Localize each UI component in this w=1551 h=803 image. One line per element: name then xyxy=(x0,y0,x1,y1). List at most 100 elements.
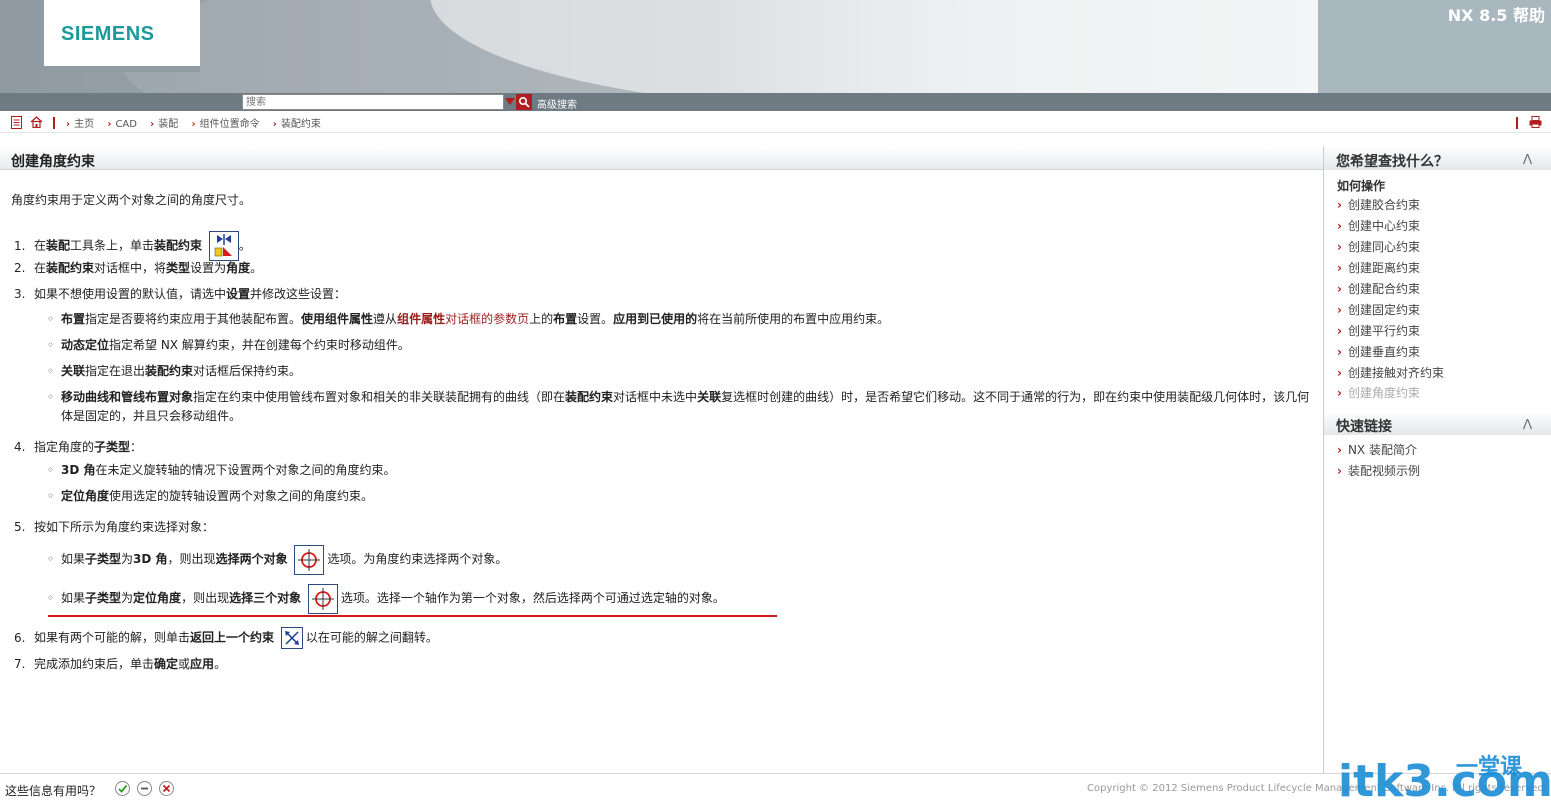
chevron-right-icon: › xyxy=(272,119,277,130)
step-text: 以在可能的解之间翻转。 xyxy=(305,630,438,645)
search-icon xyxy=(518,96,530,108)
step-text: 对话框中，将 xyxy=(94,261,167,275)
chevron-right-icon: › xyxy=(1337,303,1342,317)
bullet-icon: ◦ xyxy=(47,312,55,326)
step-text: 指定角度的 xyxy=(34,440,95,454)
subtype-orient-angle: ◦ 定位角度使用选定的旋转轴设置两个对象之间的角度约束。 xyxy=(47,487,1321,506)
quick-link[interactable]: › 装配视频示例 xyxy=(1337,462,1420,479)
howto-link[interactable]: › 创建配合约束 xyxy=(1337,280,1420,297)
howto-link[interactable]: › 创建同心约束 xyxy=(1337,238,1420,255)
selection-bold: 选择三个对象 xyxy=(229,591,302,605)
header-fade xyxy=(700,0,1318,93)
step-text: 并修改这些设置： xyxy=(250,287,347,301)
quick-links-header[interactable]: 快速链接 ⋀ xyxy=(1324,411,1551,435)
chevron-right-icon: › xyxy=(1337,386,1342,400)
header-banner: SIEMENS NX 8.5 帮助 xyxy=(0,0,1551,93)
step-number: 4. xyxy=(14,440,26,454)
feedback-no-button[interactable] xyxy=(159,781,174,796)
page-icon[interactable] xyxy=(11,116,22,129)
howto-link-label: 创建固定约束 xyxy=(1347,303,1420,317)
selection-text: 选项。为角度约束选择两个对象。 xyxy=(327,552,508,566)
setting-dynamic-positioning: ◦ 动态定位指定希望 NX 解算约束，并在创建每个约束时移动组件。 xyxy=(47,336,1321,355)
highlight-underline xyxy=(48,615,777,617)
step-4: 4. 指定角度的子类型： xyxy=(14,438,142,455)
subtype-text: 使用选定的旋转轴设置两个对象之间的角度约束。 xyxy=(109,489,374,503)
quick-link-label: NX 装配简介 xyxy=(1347,443,1417,457)
howto-link[interactable]: › 创建距离约束 xyxy=(1337,259,1420,276)
bullet-icon: ◦ xyxy=(47,552,55,566)
collapse-icon[interactable]: ⋀ xyxy=(1523,417,1532,430)
setting-bold: 应用到已使用的 xyxy=(613,312,698,326)
feedback-yes-button[interactable] xyxy=(115,781,130,796)
step-text: 。 xyxy=(250,261,263,275)
watermark-cn-text: 一堂课 xyxy=(1456,755,1523,780)
collapse-icon[interactable]: ⋀ xyxy=(1523,152,1532,165)
step-bold: 应用 xyxy=(190,657,215,671)
bullet-icon: ◦ xyxy=(47,489,55,503)
chevron-right-icon: › xyxy=(150,119,155,130)
feedback-neutral-button[interactable] xyxy=(137,781,152,796)
search-scope-dropdown-icon[interactable] xyxy=(505,98,515,105)
howto-link[interactable]: › 创建接触对齐约束 xyxy=(1337,364,1444,381)
step-1: 1. 在装配工具条上，单击装配约束 。 xyxy=(14,231,251,261)
setting-bold: 动态定位 xyxy=(61,338,110,352)
find-panel-header[interactable]: 您希望查找什么？ ⋀ xyxy=(1324,146,1551,170)
home-icon[interactable] xyxy=(30,116,43,128)
breadcrumb-divider xyxy=(1516,117,1518,129)
parameters-page-link[interactable]: 对话框的参数页 xyxy=(445,312,529,326)
selection-bold: 选择两个对象 xyxy=(215,552,288,566)
select-objects-icon xyxy=(307,583,338,614)
title-panel: NX 8.5 帮助 xyxy=(1318,0,1551,93)
quick-link[interactable]: › NX 装配简介 xyxy=(1337,441,1417,458)
setting-text: 对话框后保持约束。 xyxy=(193,364,302,378)
bullet-icon: ◦ xyxy=(47,390,55,404)
setting-text: 对话框中未选中 xyxy=(613,390,698,404)
step-text: 如果不想使用设置的默认值，请选中 xyxy=(34,287,227,301)
breadcrumb-item-positioning[interactable]: 组件位置命令 xyxy=(200,119,260,130)
selection-text: 如果 xyxy=(61,591,86,605)
chevron-right-icon: › xyxy=(1337,324,1342,338)
related-panel: 您希望查找什么？ ⋀ 如何操作 › 创建胶合约束 › 创建中心约束 › 创建同心约束 … xyxy=(1323,146,1551,773)
search-button[interactable] xyxy=(516,94,532,110)
search-input[interactable] xyxy=(242,94,504,110)
step-text: 。 xyxy=(238,238,251,253)
breadcrumb-item-cad[interactable]: CAD xyxy=(115,119,137,130)
itk3-watermark-logo: itk3.com 一堂课 xyxy=(1338,755,1551,803)
howto-link[interactable]: › 创建固定约束 xyxy=(1337,301,1420,318)
bullet-icon: ◦ xyxy=(47,591,55,605)
breadcrumb-item-assembly[interactable]: 装配 xyxy=(158,119,178,130)
siemens-logo[interactable]: SIEMENS xyxy=(44,0,200,72)
step-bold: 子类型 xyxy=(94,440,131,454)
breadcrumb-item-constraints[interactable]: 装配约束 xyxy=(281,119,321,130)
chevron-right-icon: › xyxy=(1337,345,1342,359)
close-icon xyxy=(162,784,171,793)
chevron-right-icon: › xyxy=(1337,366,1342,380)
step-text: 设置为 xyxy=(190,261,227,275)
step-bold: 角度 xyxy=(226,261,251,275)
advanced-search-link[interactable]: 高级搜索 xyxy=(537,96,577,111)
howto-link[interactable]: › 创建平行约束 xyxy=(1337,322,1420,339)
howto-link[interactable]: › 创建中心约束 xyxy=(1337,217,1420,234)
setting-bold: 装配约束 xyxy=(145,364,194,378)
print-icon[interactable] xyxy=(1529,116,1542,128)
chevron-right-icon: › xyxy=(107,119,112,130)
breadcrumb-bar: › 主页 › CAD › 装配 › 组件位置命令 › 装配约束 xyxy=(0,111,1551,133)
howto-link[interactable]: › 创建胶合约束 xyxy=(1337,196,1420,213)
step-bold: 装配约束 xyxy=(154,238,203,253)
chevron-right-icon: › xyxy=(1337,261,1342,275)
setting-bold: 移动曲线和管线布置对象 xyxy=(61,390,194,404)
component-properties-link[interactable]: 组件属性 xyxy=(397,312,445,326)
step-text: 完成添加约束后，单击 xyxy=(34,657,155,671)
selection-two-objects: ◦ 如果子类型为3D 角，则出现选择两个对象 选项。为角度约束选择两个对象。 xyxy=(47,544,1321,575)
breadcrumb-item-home[interactable]: 主页 xyxy=(74,119,94,130)
minus-icon xyxy=(141,787,148,790)
howto-link[interactable]: › 创建垂直约束 xyxy=(1337,343,1420,360)
main-content: 角度约束用于定义两个对象之间的角度尺寸。 1. 在装配工具条上，单击装配约束 。 … xyxy=(0,170,1323,773)
selection-text: 为 xyxy=(121,552,134,566)
find-panel-title: 您希望查找什么？ xyxy=(1336,154,1448,170)
chevron-right-icon: › xyxy=(191,119,196,130)
step-text: 工具条上，单击 xyxy=(70,238,155,253)
search-bar: 高级搜索 xyxy=(0,93,1551,111)
selection-text: ，则出现 xyxy=(181,591,230,605)
step-text: 按如下所示为角度约束选择对象： xyxy=(34,520,215,534)
